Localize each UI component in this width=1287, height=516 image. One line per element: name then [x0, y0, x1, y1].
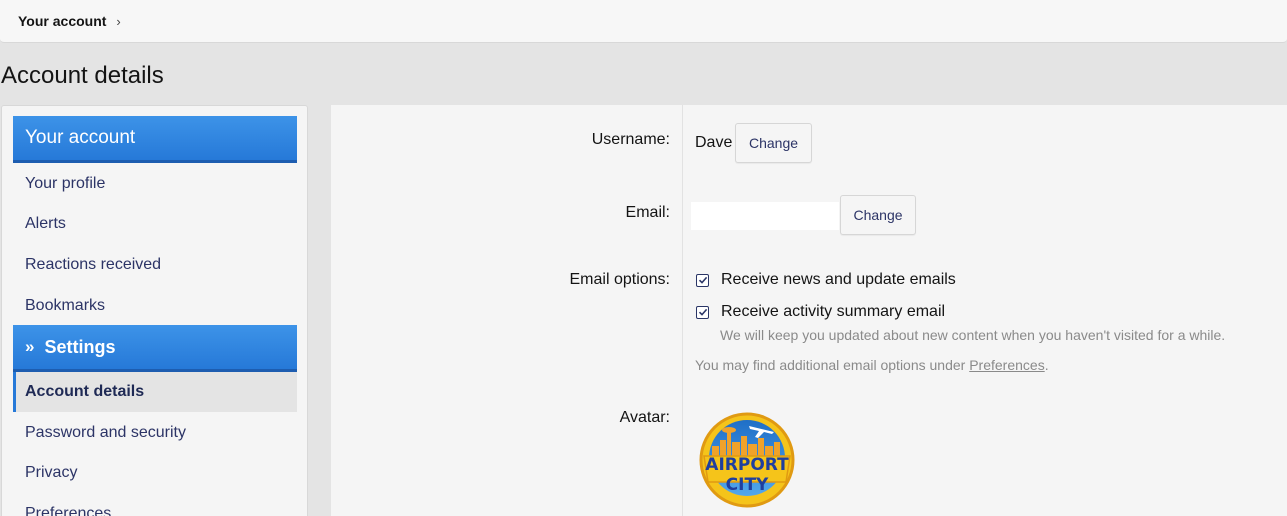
double-chevron-icon: » [25, 337, 35, 356]
sidebar-item-password-security[interactable]: Password and security [13, 413, 297, 453]
username-value: Dave [695, 134, 733, 151]
sidebar-item-bookmarks[interactable]: Bookmarks [13, 286, 297, 326]
email-label: Email: [625, 204, 670, 221]
sidebar: Your account Your profile Alerts Reactio… [1, 105, 308, 516]
option-activity-summary[interactable]: Receive activity summary email [696, 303, 945, 321]
breadcrumb-your-account[interactable]: Your account [18, 13, 106, 29]
avatar-label: Avatar: [619, 409, 670, 426]
checkbox-news-updates[interactable] [696, 273, 709, 287]
email-options-footer: You may find additional email options un… [695, 357, 1049, 373]
sidebar-item-alerts[interactable]: Alerts [13, 204, 297, 244]
change-username-button[interactable]: Change [735, 123, 812, 163]
avatar-text-line2: CITY [726, 475, 769, 495]
sidebar-section-settings-label: Settings [44, 336, 116, 357]
activity-summary-hint: We will keep you updated about new conte… [720, 327, 1226, 343]
username-label: Username: [591, 131, 670, 148]
option-news-updates[interactable]: Receive news and update emails [696, 271, 956, 289]
avatar-text-line1: AIRPORT [705, 455, 789, 475]
preferences-link[interactable]: Preferences [969, 357, 1044, 373]
change-email-button[interactable]: Change [840, 195, 916, 235]
account-details-form: Username: Email: Email options: Avatar: … [331, 105, 1287, 516]
email-options-footer-text: You may find additional email options un… [695, 357, 970, 373]
form-label-column: Username: Email: Email options: Avatar: [331, 105, 683, 516]
sidebar-item-your-profile[interactable]: Your profile [13, 164, 297, 204]
avatar[interactable]: AIRPORT CITY [694, 412, 800, 508]
option-activity-summary-label: Receive activity summary email [721, 303, 946, 320]
check-icon [698, 308, 707, 316]
page-title: Account details [1, 62, 164, 89]
sidebar-section-settings[interactable]: » Settings [13, 325, 297, 372]
chevron-right-icon: › [116, 13, 121, 29]
email-options-footer-suffix: . [1044, 357, 1049, 373]
check-icon [698, 276, 707, 284]
email-options-label: Email options: [569, 271, 671, 288]
breadcrumb: Your account › [0, 0, 1287, 43]
checkbox-activity-summary[interactable] [696, 305, 709, 319]
sidebar-item-preferences[interactable]: Preferences [13, 494, 297, 516]
email-value [691, 202, 839, 230]
option-news-updates-label: Receive news and update emails [721, 271, 956, 288]
sidebar-item-privacy[interactable]: Privacy [13, 453, 297, 493]
sidebar-item-reactions-received[interactable]: Reactions received [13, 245, 297, 285]
sidebar-item-account-details[interactable]: Account details [13, 372, 297, 412]
sidebar-section-your-account[interactable]: Your account [13, 116, 297, 163]
